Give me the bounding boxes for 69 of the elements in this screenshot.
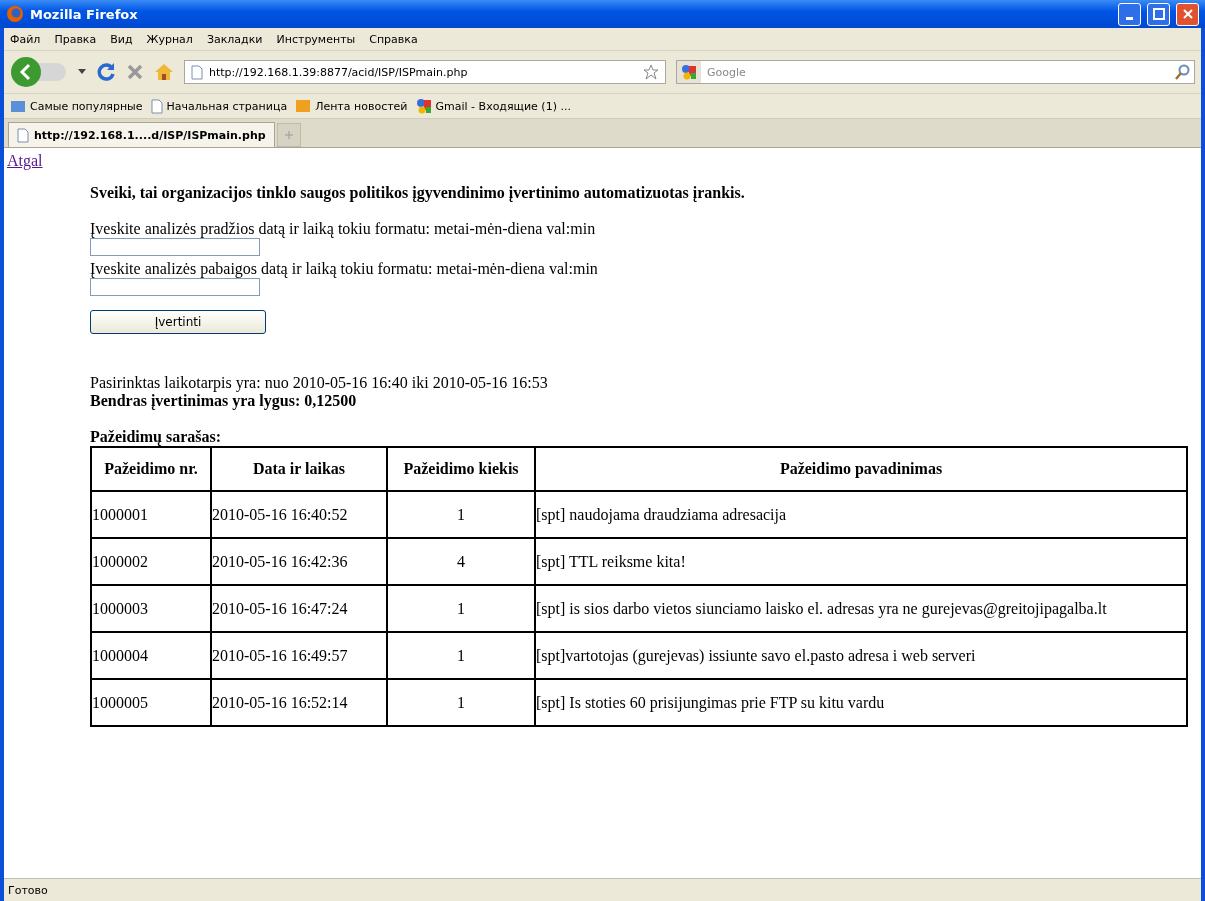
page-heading: Sveiki, tai organizacijos tinklo saugos politikos įgyvendinimo įvertinimo automatizuotas įrankis. [90, 184, 745, 202]
menu-item[interactable]: Инструменты [276, 32, 356, 46]
table-cell: [spt] naudojama draudziama adresacija [535, 491, 1187, 538]
menu-item[interactable]: Журнал [146, 32, 193, 46]
period-text: Pasirinktas laikotarpis yra: nuo 2010-05-16 16:40 iki 2010-05-16 16:53 [90, 374, 548, 392]
close-icon [1181, 8, 1194, 20]
minimize-button[interactable] [1118, 2, 1141, 26]
bookmark[interactable]: Начальная страница [166, 99, 288, 113]
dropdown-icon[interactable] [78, 69, 86, 75]
start-label: Įveskite analizės pradžios datą ir laiką tokiu formatu: metai-mėn-diena val:min [90, 220, 596, 238]
browser-tab[interactable]: http://192.168.1....d/ISP/ISPmain.php [8, 122, 275, 147]
table-cell: 1 [387, 491, 535, 538]
table-cell: 1000004 [91, 632, 211, 679]
search-icon[interactable] [1174, 64, 1190, 80]
window-title: Mozilla Firefox [30, 6, 139, 22]
star-icon[interactable] [643, 64, 659, 80]
column-header: Pažeidimo nr. [91, 447, 211, 491]
back-button[interactable] [10, 56, 68, 88]
menu-item[interactable]: Вид [110, 32, 133, 46]
menu-item[interactable]: Файл [10, 32, 41, 46]
score-text: Bendras įvertinimas yra lygus: 0,12500 [90, 392, 357, 410]
table-cell: 2010-05-16 16:47:24 [211, 585, 387, 632]
table-cell: 2010-05-16 16:52:14 [211, 679, 387, 726]
home-button[interactable] [154, 63, 174, 81]
google-icon [415, 98, 432, 114]
evaluate-button[interactable]: Įvertinti [90, 310, 266, 334]
table-cell: 1000001 [91, 491, 211, 538]
stop-button[interactable] [126, 63, 144, 81]
menu-item[interactable]: Справка [369, 32, 418, 46]
table-cell: 2010-05-16 16:49:57 [211, 632, 387, 679]
table-cell: 2010-05-16 16:42:36 [211, 538, 387, 585]
start-date-field[interactable] [90, 238, 260, 256]
table-cell: 1000002 [91, 538, 211, 585]
column-header: Pažeidimo kiekis [387, 447, 535, 491]
table-cell: [spt]vartotojas (gurejevas) issiunte savo el.pasto adresa i web serveri [535, 632, 1187, 679]
minimize-icon [1126, 16, 1133, 20]
firefox-icon [6, 5, 24, 23]
search-field[interactable]: Google [676, 60, 1195, 84]
end-date-field[interactable] [90, 278, 260, 296]
table-cell: [spt] Is stoties 60 prisijungimas prie FTP su kitu vardu [535, 679, 1187, 726]
page-icon [150, 98, 163, 114]
google-icon [681, 64, 697, 80]
table-cell: 4 [387, 538, 535, 585]
close-button[interactable] [1176, 2, 1199, 26]
page-icon [17, 127, 29, 143]
menu-item[interactable]: Закладки [206, 32, 263, 46]
address-bar[interactable]: http://192.168.1.39:8877/acid/ISP/ISPmain.php [184, 60, 666, 84]
back-link[interactable]: Atgal [7, 152, 43, 170]
column-header: Data ir laikas [211, 447, 387, 491]
maximize-button[interactable] [1147, 2, 1170, 26]
reload-button[interactable] [96, 62, 116, 82]
table-cell: [spt] is sios darbo vietos siunciamo laisko el. adresas yra ne gurejevas@greitojipagalba.lt [535, 585, 1187, 632]
table-cell: 2010-05-16 16:40:52 [211, 491, 387, 538]
page-icon [191, 64, 203, 80]
table-cell: 1 [387, 585, 535, 632]
bookmark[interactable]: Gmail - Входящие (1) ... [435, 99, 571, 113]
table-title: Pažeidimų sarašas: [90, 428, 222, 446]
bookmark[interactable]: Самые популярные [30, 99, 143, 113]
table-cell: 1000003 [91, 585, 211, 632]
column-header: Pažeidimo pavadinimas [535, 447, 1187, 491]
maximize-icon [1152, 8, 1165, 20]
bookmark[interactable]: Лента новостей [315, 99, 408, 113]
table-cell: 1000005 [91, 679, 211, 726]
table-cell: 1 [387, 679, 535, 726]
table-cell: 1 [387, 632, 535, 679]
table-cell: [spt] TTL reiksme kita! [535, 538, 1187, 585]
status-text: Готово [4, 878, 1201, 901]
menu-item[interactable]: Правка [54, 32, 97, 46]
end-label: Įveskite analizės pabaigos datą ir laiką tokiu formatu: metai-mėn-diena val:min [90, 260, 598, 278]
